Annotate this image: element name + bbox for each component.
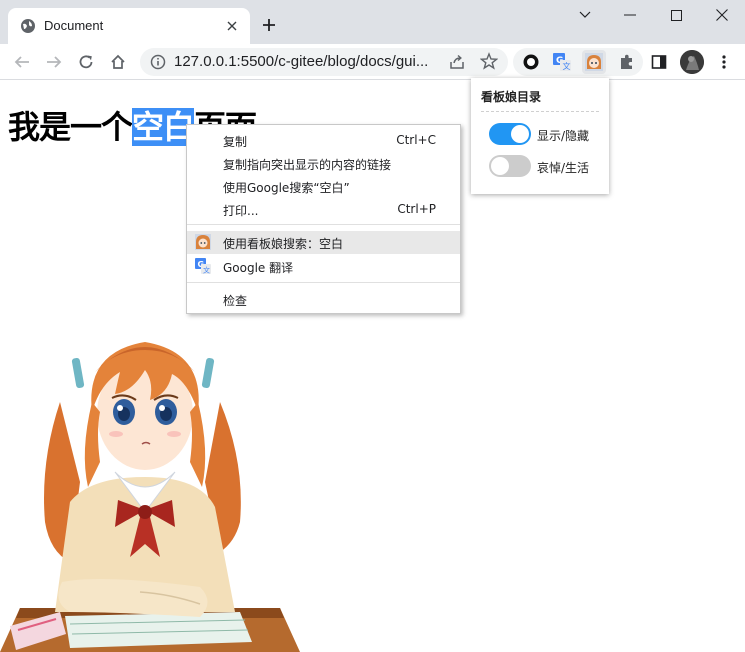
menu-item-label: 使用看板娘搜索：空白: [223, 237, 344, 251]
window-close-icon[interactable]: [699, 0, 745, 30]
back-icon[interactable]: [10, 50, 34, 74]
toggle-show-hide[interactable]: [489, 123, 531, 145]
side-panel-icon[interactable]: [647, 50, 671, 74]
plus-icon[interactable]: [258, 14, 280, 36]
tab-title: Document: [44, 18, 104, 33]
menu-item-google-translate[interactable]: G 文 Google 翻译: [187, 255, 460, 278]
kanban-girl-icon: [195, 234, 211, 250]
tab-document[interactable]: Document: [8, 8, 250, 44]
google-translate-icon: G 文: [195, 258, 211, 274]
svg-text:文: 文: [563, 61, 571, 71]
menu-separator: [187, 224, 460, 225]
menu-item-inspect[interactable]: 检查: [187, 288, 460, 311]
menu-item-google-search[interactable]: 使用Google搜索“空白”: [187, 175, 460, 198]
toggle-mourn-live[interactable]: [489, 155, 531, 177]
toggle-show-hide-label: 显示/隐藏: [537, 129, 590, 143]
home-icon[interactable]: [106, 50, 130, 74]
svg-text:文: 文: [203, 266, 210, 275]
menu-item-label: 复制: [223, 135, 248, 149]
share-icon[interactable]: [448, 53, 466, 71]
more-icon[interactable]: [712, 50, 736, 74]
translate-extension-icon[interactable]: G 文: [553, 53, 571, 71]
menu-item-label: Google 翻译: [223, 261, 294, 275]
popup-title: 看板娘目录: [481, 90, 542, 104]
menu-item-shortcut: Ctrl+P: [397, 202, 436, 216]
menu-item-label: 检查: [223, 294, 248, 308]
url-text[interactable]: 127.0.0.1:5500/c-gitee/blog/docs/gui...: [174, 53, 428, 70]
menu-separator: [187, 282, 460, 283]
maximize-icon[interactable]: [653, 0, 699, 30]
menu-item-copy-link[interactable]: 复制指向突出显示的内容的链接: [187, 152, 460, 175]
menu-item-label: 复制指向突出显示的内容的链接: [223, 158, 392, 172]
page-title-text: 我是一个: [8, 108, 133, 146]
menu-item-kanban-search[interactable]: 使用看板娘搜索：空白: [187, 231, 460, 254]
close-icon[interactable]: [222, 16, 242, 36]
menu-item-copy[interactable]: 复制 Ctrl+C: [187, 129, 460, 152]
reload-icon[interactable]: [74, 50, 98, 74]
kanban-girl-mascot[interactable]: [0, 312, 300, 652]
toggle-knob: [491, 157, 509, 175]
browser-toolbar: 127.0.0.1:5500/c-gitee/blog/docs/gui... …: [0, 44, 745, 80]
selected-text[interactable]: 空白: [132, 108, 195, 146]
minimize-icon[interactable]: [607, 0, 653, 30]
context-menu: 复制 Ctrl+C 复制指向突出显示的内容的链接 使用Google搜索“空白” …: [186, 124, 461, 314]
address-bar[interactable]: 127.0.0.1:5500/c-gitee/blog/docs/gui...: [140, 48, 508, 76]
avatar[interactable]: [680, 50, 704, 74]
menu-item-print[interactable]: 打印... Ctrl+P: [187, 198, 460, 221]
puzzle-icon[interactable]: [618, 53, 636, 71]
toggle-knob: [511, 125, 529, 143]
star-icon[interactable]: [480, 52, 498, 70]
circle-extension-icon[interactable]: [522, 53, 540, 71]
toggle-mourn-live-label: 哀悼/生活: [537, 161, 590, 175]
kanban-girl-icon: [585, 53, 603, 71]
popup-divider: [481, 111, 599, 112]
kanban-popup: 看板娘目录 显示/隐藏 哀悼/生活: [471, 78, 609, 194]
forward-icon[interactable]: [42, 50, 66, 74]
kanban-extension-button[interactable]: [582, 50, 606, 74]
chevron-down-icon[interactable]: [562, 0, 608, 30]
menu-item-label: 使用Google搜索“空白”: [223, 181, 350, 195]
menu-item-label: 打印...: [223, 204, 259, 218]
globe-icon: [21, 19, 35, 33]
tab-strip: Document: [0, 0, 745, 44]
extensions-area: G 文: [513, 48, 643, 76]
info-icon[interactable]: [150, 54, 166, 70]
menu-item-shortcut: Ctrl+C: [396, 133, 436, 147]
